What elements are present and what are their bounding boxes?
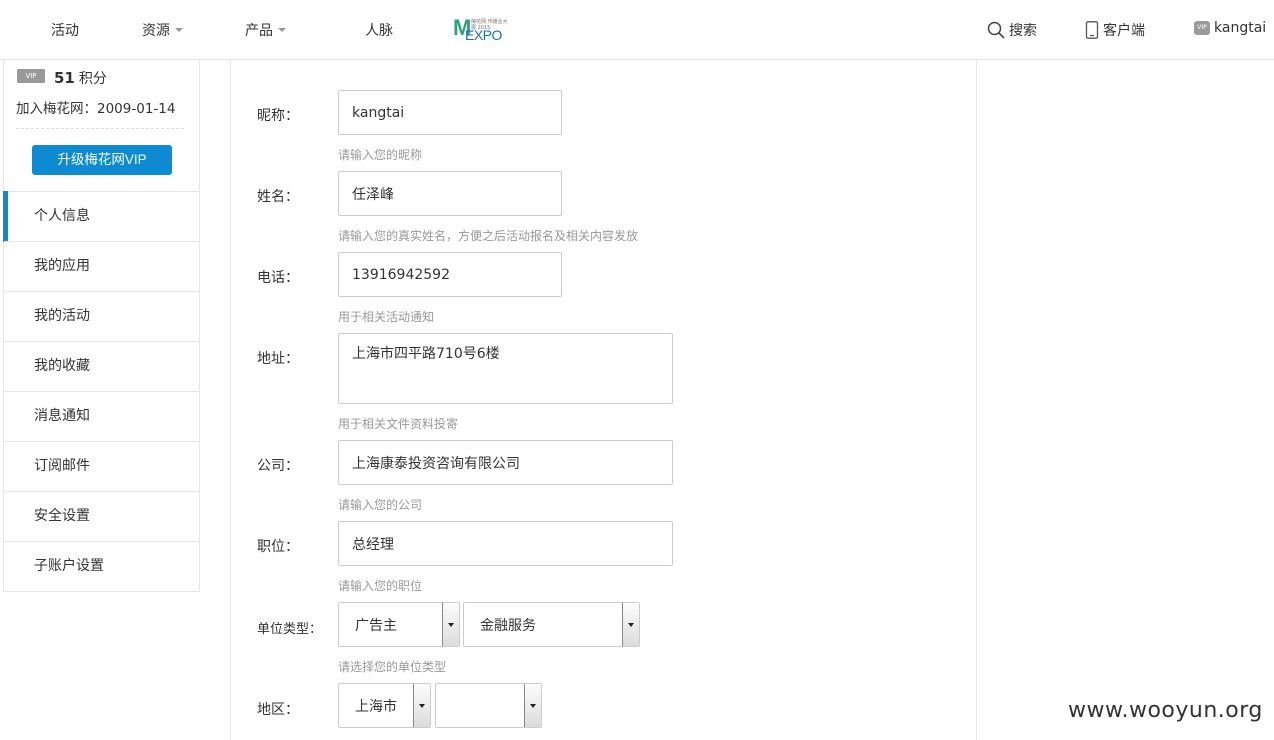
company-label: 公司：	[257, 458, 299, 474]
chevron-down-icon	[278, 28, 286, 32]
upgrade-vip-button[interactable]: 升级梅花网VIP	[32, 145, 172, 175]
phone-hint: 用于相关活动通知	[338, 310, 435, 324]
nickname-input[interactable]: kangtai	[338, 90, 562, 135]
mobile-phone-icon	[1085, 21, 1099, 39]
unit-type-hint: 请选择您的单位类型	[338, 660, 447, 674]
nav-activities[interactable]: 活动	[51, 20, 79, 40]
province-value: 上海市	[355, 698, 397, 715]
name-hint: 请输入您的真实姓名，方便之后活动报名及相关内容发放	[338, 229, 639, 243]
chevron-down-icon	[622, 603, 639, 646]
position-input[interactable]: 总经理	[338, 521, 673, 566]
points-label: 积分	[78, 71, 107, 87]
nav-products-label: 产品	[245, 23, 273, 39]
address-label: 地址：	[257, 351, 299, 367]
points-value: 51	[54, 69, 75, 87]
unit-type-primary-value: 广告主	[355, 617, 397, 634]
sidebar-item-apps[interactable]: 我的应用	[4, 241, 200, 291]
nav-contacts[interactable]: 人脉	[365, 20, 393, 40]
unit-type-label: 单位类型：	[257, 622, 323, 637]
phone-input[interactable]: 13916942592	[338, 252, 562, 297]
chevron-down-icon	[524, 684, 541, 727]
nav-activities-label: 活动	[51, 23, 79, 39]
divider	[16, 128, 184, 129]
company-hint: 请输入您的公司	[338, 498, 423, 512]
username: kangtai	[1214, 20, 1267, 36]
watermark: www.wooyun.org	[1068, 698, 1263, 723]
sidebar-item-subscriptions[interactable]: 订阅邮件	[4, 441, 200, 491]
position-label: 职位：	[257, 539, 299, 555]
join-date: 加入梅花网：2009-01-14	[16, 101, 176, 117]
position-hint: 请输入您的职位	[338, 579, 423, 593]
user-menu[interactable]: VIP kangtai	[1194, 20, 1266, 36]
name-label: 姓名：	[257, 189, 299, 205]
chevron-down-icon	[442, 603, 459, 646]
profile-form: 昵称： kangtai 请输入您的昵称 姓名： 任泽峰 请输入您的真实姓名，方便…	[230, 60, 977, 740]
nav-resources-label: 资源	[142, 23, 170, 39]
sidebar-item-notifications[interactable]: 消息通知	[4, 391, 200, 441]
sidebar-item-profile[interactable]: 个人信息	[3, 191, 200, 242]
sidebar-item-activities[interactable]: 我的活动	[4, 291, 200, 341]
expo-logo[interactable]: M 梅花网 传播业大展 2015 EXPO	[453, 16, 509, 44]
nickname-label: 昵称：	[257, 108, 299, 124]
city-select[interactable]	[435, 683, 542, 728]
client-label: 客户端	[1103, 23, 1145, 39]
logo-text: EXPO	[465, 27, 502, 43]
top-nav: 活动 资源 产品 人脉 M 梅花网 传播业大展 2015 EXPO 搜索 客户端…	[0, 0, 1274, 60]
region-label: 地区：	[257, 702, 299, 718]
unit-type-primary-select[interactable]: 广告主	[338, 602, 460, 647]
chevron-down-icon	[175, 28, 183, 32]
vip-tag: VIP	[17, 69, 45, 83]
unit-type-secondary-select[interactable]: 金融服务	[463, 602, 640, 647]
phone-label: 电话：	[257, 270, 299, 286]
nav-resources[interactable]: 资源	[142, 20, 183, 40]
sidebar-item-subaccounts[interactable]: 子账户设置	[4, 541, 200, 591]
sidebar: VIP 51 积分 加入梅花网：2009-01-14 升级梅花网VIP 个人信息 …	[3, 60, 200, 592]
unit-type-secondary-value: 金融服务	[480, 617, 536, 634]
points: 51 积分	[54, 68, 107, 88]
search-label: 搜索	[1009, 23, 1037, 39]
nav-products[interactable]: 产品	[245, 20, 286, 40]
sidebar-menu: 个人信息 我的应用 我的活动 我的收藏 消息通知 订阅邮件 安全设置 子账户设置	[3, 191, 200, 591]
sidebar-item-security[interactable]: 安全设置	[4, 491, 200, 541]
nickname-hint: 请输入您的昵称	[338, 148, 423, 162]
chevron-down-icon	[413, 684, 430, 727]
province-select[interactable]: 上海市	[338, 683, 431, 728]
address-hint: 用于相关文件资料投寄	[338, 417, 459, 431]
client-link[interactable]: 客户端	[1085, 20, 1145, 40]
vip-badge-icon: VIP	[1194, 21, 1210, 35]
address-textarea[interactable]: 上海市四平路710号6楼	[338, 333, 673, 404]
nav-contacts-label: 人脉	[365, 23, 393, 39]
name-input[interactable]: 任泽峰	[338, 171, 562, 216]
company-input[interactable]: 上海康泰投资咨询有限公司	[338, 440, 673, 485]
search-icon	[987, 21, 1005, 39]
search-link[interactable]: 搜索	[987, 20, 1037, 40]
sidebar-item-favorites[interactable]: 我的收藏	[4, 341, 200, 391]
